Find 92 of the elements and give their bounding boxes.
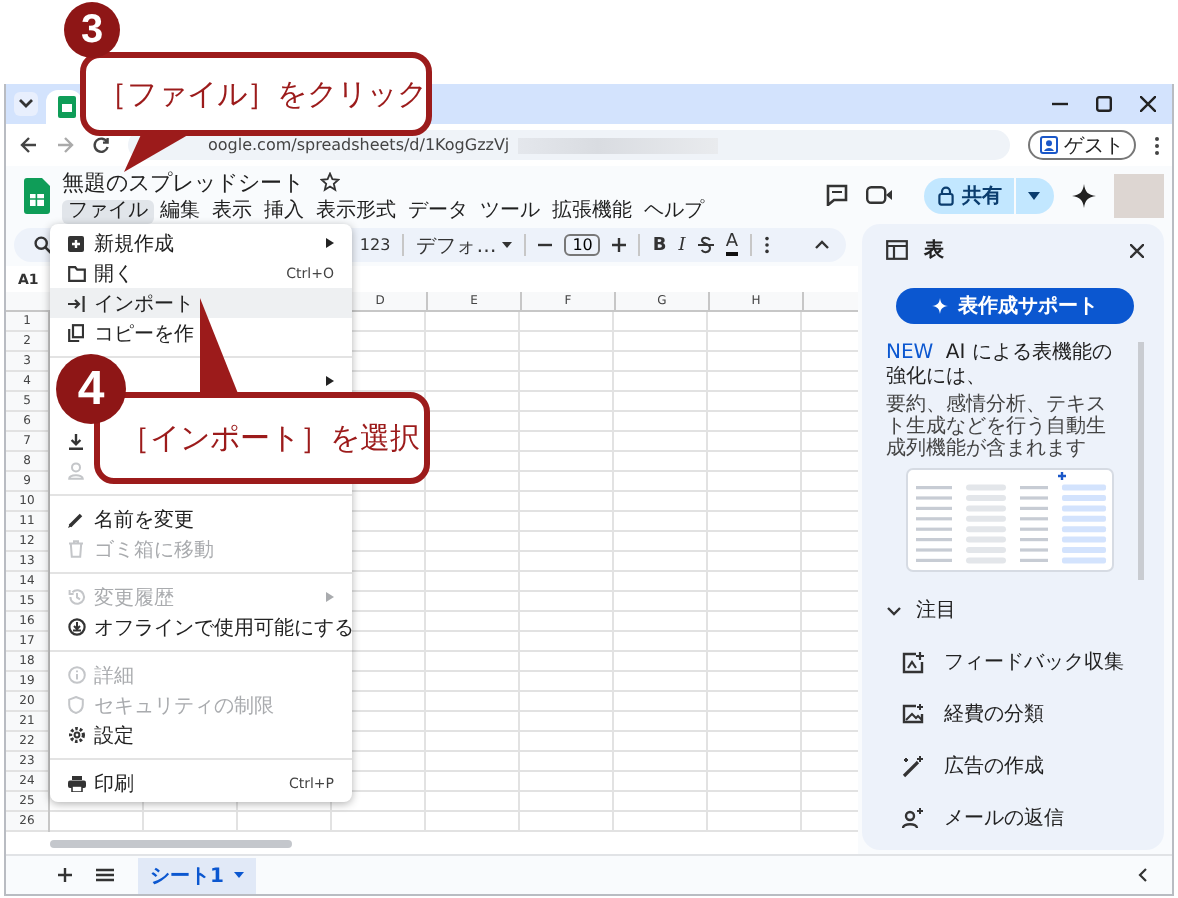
step-number: 3 — [64, 2, 120, 58]
menu-item[interactable]: コピーを作 — [94, 319, 194, 347]
scrollbar-thumb[interactable] — [50, 839, 292, 847]
menu-item[interactable]: 設定 — [94, 721, 134, 749]
dropdown-icon — [233, 872, 244, 878]
settings-icon — [67, 726, 85, 744]
chevron-icon[interactable] — [886, 605, 902, 615]
folder-icon — [67, 265, 85, 281]
info-icon — [67, 666, 85, 684]
strikethrough-icon[interactable] — [697, 236, 714, 254]
menu-item[interactable]: ヘルプ — [638, 199, 710, 223]
sparkle-icon — [932, 298, 948, 314]
collapse-icon[interactable] — [814, 240, 830, 250]
menu-item[interactable]: 表示形式 — [310, 199, 402, 223]
menu-item[interactable]: 新規作成 — [94, 229, 174, 257]
history-icon — [67, 588, 85, 606]
more-icon[interactable] — [1154, 135, 1160, 155]
menu-item[interactable]: オフラインで使用可能にする — [94, 613, 354, 641]
font-dropdown[interactable]: デフォ… — [416, 231, 513, 259]
suggestion-item[interactable]: 経費の分類 — [944, 700, 1044, 728]
submenu-arrow-icon — [326, 238, 334, 248]
lock-icon — [938, 185, 954, 205]
add-sheet-icon[interactable] — [58, 868, 72, 882]
reload-icon[interactable] — [92, 136, 110, 154]
chevron-down-icon — [18, 98, 34, 110]
dropdown-icon — [502, 242, 513, 248]
profile-icon — [1040, 136, 1058, 154]
number-format-button[interactable]: 123 — [359, 236, 391, 254]
menu-item[interactable]: 印刷 — [94, 769, 134, 797]
all-sheets-icon[interactable] — [96, 868, 114, 882]
sheet-tab[interactable]: シート1 — [138, 857, 256, 893]
menu-item[interactable]: 編集 — [154, 199, 206, 223]
person-sparkle-icon — [902, 808, 924, 828]
person-icon — [68, 462, 84, 480]
copy-icon — [68, 324, 84, 342]
image-sparkle-icon — [902, 704, 924, 724]
download-icon — [68, 433, 84, 449]
menu-item[interactable]: 挿入 — [258, 199, 310, 223]
pencil-icon — [68, 511, 84, 527]
plus-icon[interactable] — [612, 238, 627, 252]
document-title[interactable]: 無題のスプレッドシート — [62, 167, 304, 197]
close-icon[interactable] — [1140, 96, 1156, 112]
italic-button[interactable]: I — [678, 235, 686, 255]
suggestion-item[interactable]: フィードバック収集 — [944, 648, 1124, 676]
close-icon[interactable] — [1130, 243, 1144, 257]
more-icon[interactable] — [764, 236, 770, 254]
comment-icon[interactable] — [826, 184, 848, 206]
menu-item[interactable]: 拡張機能 — [546, 199, 638, 223]
magic-wand-icon — [902, 755, 924, 777]
import-icon — [67, 295, 85, 311]
offline-icon — [67, 618, 85, 636]
bold-button[interactable]: B — [652, 235, 667, 255]
video-call-button[interactable] — [866, 186, 898, 204]
submenu-arrow-icon — [326, 592, 334, 602]
menu-item[interactable]: ツール — [474, 199, 546, 223]
minus-icon[interactable] — [538, 238, 553, 252]
back-icon[interactable] — [20, 136, 38, 154]
section-label[interactable]: 注目 — [916, 596, 956, 624]
printer-icon — [67, 775, 85, 791]
menu-item[interactable]: 表示 — [206, 199, 258, 223]
sheets-icon — [58, 96, 76, 118]
profile-button[interactable]: ゲスト — [1028, 130, 1136, 160]
menu-item[interactable]: 開く — [94, 259, 134, 287]
suggestion-item[interactable]: 広告の作成 — [944, 752, 1044, 780]
image-plus-icon — [902, 651, 924, 673]
search-icon[interactable] — [34, 236, 52, 254]
dropdown-icon[interactable] — [1028, 191, 1040, 199]
text-color-button[interactable]: A — [725, 234, 738, 256]
callout-box: ［ファイル］をクリック — [80, 52, 432, 136]
sparkle-icon[interactable] — [1072, 183, 1096, 207]
promo-heading: NEW AI による表機能の強化には、 — [886, 342, 1114, 390]
sheets-logo-icon[interactable] — [24, 177, 50, 213]
promo-text: 要約、感情分析、テキスト生成などを行う自動生成列機能が含まれます — [886, 394, 1108, 460]
expand-panel-icon[interactable] — [1138, 868, 1148, 882]
maximize-icon[interactable] — [1096, 96, 1112, 112]
menu-item[interactable]: ファイル — [62, 199, 154, 223]
tab-list-button[interactable] — [14, 92, 38, 116]
browser-tab[interactable] — [46, 90, 82, 124]
shield-icon — [68, 696, 84, 714]
suggestion-item[interactable]: メールの返信 — [944, 804, 1064, 832]
panel-title: 表 — [924, 237, 944, 264]
menu-item[interactable]: データ — [402, 199, 474, 223]
share-button[interactable]: 共有 — [924, 177, 1054, 213]
table-icon — [886, 240, 908, 260]
star-icon[interactable] — [320, 172, 340, 192]
create-table-button[interactable]: 表作成サポート — [896, 288, 1134, 324]
address-field[interactable]: oogle.com/spreadsheets/d/1KogGzzVj — [128, 130, 1010, 160]
submenu-arrow-icon — [326, 376, 334, 386]
new-sheet-icon — [68, 235, 84, 251]
font-size-field[interactable]: 10 — [564, 234, 601, 256]
trash-icon — [68, 540, 84, 558]
menu-item[interactable]: 名前を変更 — [94, 505, 194, 533]
